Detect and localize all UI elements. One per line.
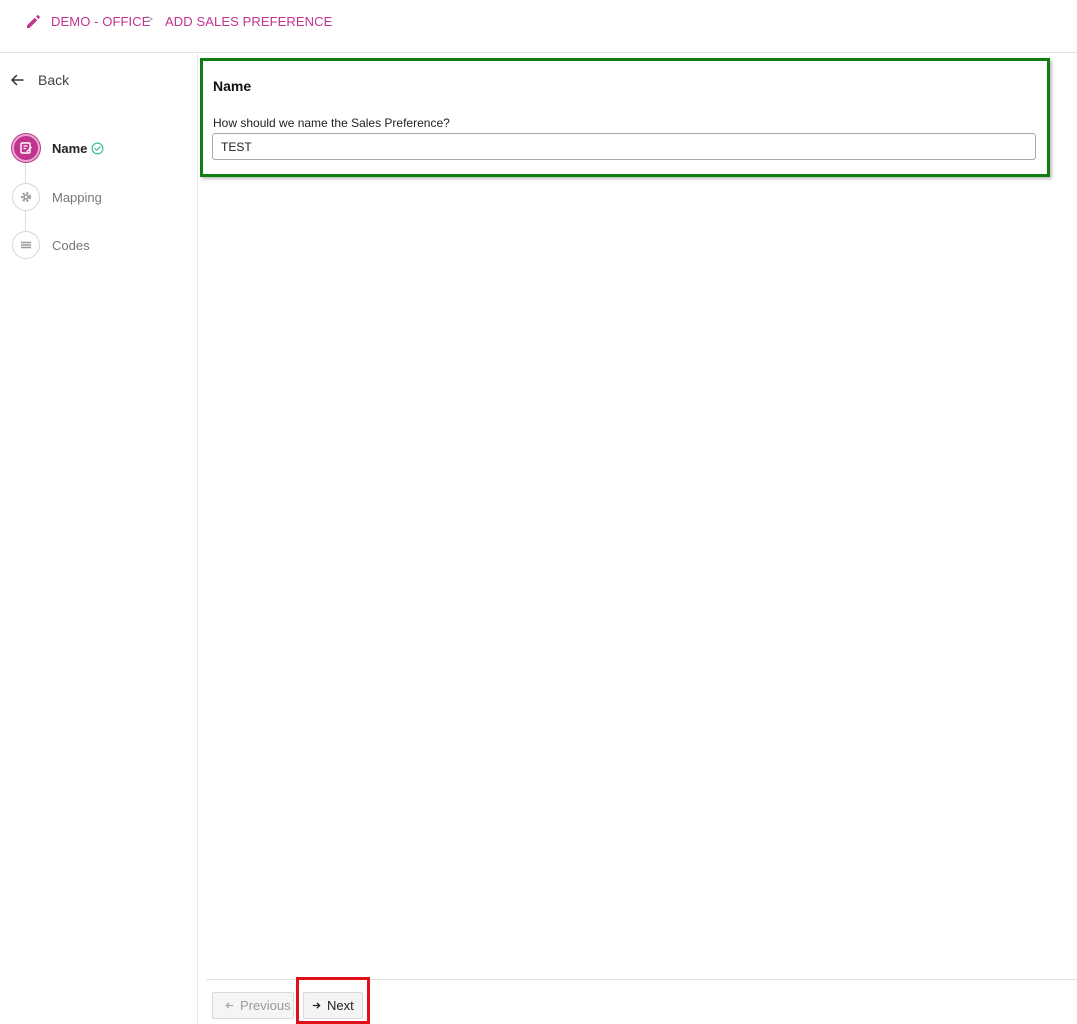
edit-icon: [20, 142, 32, 154]
step-mapping-label: Mapping: [52, 189, 102, 205]
arrow-left-icon: [11, 74, 24, 86]
back-label: Back: [38, 72, 70, 88]
step-name-circle: [12, 134, 40, 162]
step-name[interactable]: Name: [12, 134, 104, 162]
previous-button[interactable]: Previous: [212, 992, 294, 1019]
step-connector: [25, 211, 26, 231]
next-label: Next: [327, 998, 354, 1013]
step-codes-circle: [12, 231, 40, 259]
form-title: Name: [213, 78, 252, 94]
footer-divider: [206, 979, 1077, 980]
name-form-card: Name How should we name the Sales Prefer…: [200, 58, 1050, 177]
step-name-label: Name: [52, 140, 88, 156]
breadcrumb-current-page: ADD SALES PREFERENCE: [165, 14, 333, 29]
step-codes[interactable]: Codes: [12, 231, 90, 259]
breadcrumb-office[interactable]: DEMO - OFFICE: [51, 14, 151, 29]
pencil-icon: [27, 15, 40, 28]
previous-label: Previous: [240, 998, 291, 1013]
next-button[interactable]: Next: [303, 992, 363, 1019]
header-bar: DEMO - OFFICE > ADD SALES PREFERENCE: [0, 0, 1077, 53]
arrow-left-icon: [225, 1002, 234, 1009]
step-mapping-circle: [12, 183, 40, 211]
arrow-right-icon: [312, 1002, 321, 1009]
back-button[interactable]: Back: [10, 70, 69, 90]
list-icon: [21, 241, 31, 249]
sales-preference-name-input[interactable]: [212, 133, 1036, 160]
form-question-label: How should we name the Sales Preference?: [213, 116, 450, 130]
breadcrumb-separator: >: [146, 12, 154, 26]
check-circle-icon: [91, 142, 104, 154]
step-mapping[interactable]: Mapping: [12, 183, 102, 211]
wizard-sidebar: Back Name Mapping Codes: [0, 54, 198, 1024]
gear-icon: [21, 192, 31, 202]
step-codes-label: Codes: [52, 237, 90, 253]
